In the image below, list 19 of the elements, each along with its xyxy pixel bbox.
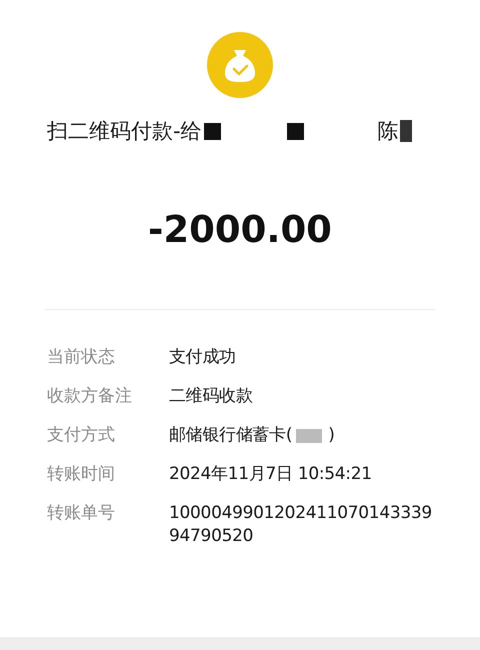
detail-label: 当前状态 <box>47 346 116 369</box>
detail-value: 100004990120241107014333994790520 <box>169 502 433 548</box>
detail-value: ) <box>328 424 335 447</box>
redaction-mark <box>286 122 304 140</box>
detail-label: 收款方备注 <box>47 385 133 408</box>
detail-value: 2024年11月7日 10:54:21 <box>169 463 372 486</box>
redaction-mark <box>400 120 412 142</box>
detail-value: 二维码收款 <box>169 385 253 408</box>
money-bag-icon <box>207 32 273 98</box>
redaction-mark <box>296 428 322 442</box>
detail-label: 转账时间 <box>47 463 116 486</box>
detail-value: 邮储银行储蓄卡( <box>169 424 292 447</box>
detail-value: 支付成功 <box>169 346 236 369</box>
detail-label: 转账单号 <box>47 502 116 525</box>
redaction-mark <box>204 122 221 140</box>
detail-label: 支付方式 <box>47 424 116 447</box>
amount: -2000.00 <box>148 208 332 251</box>
payee-title: 陈 <box>378 118 399 145</box>
payee-title: 扫二维码付款-给 <box>47 118 202 145</box>
